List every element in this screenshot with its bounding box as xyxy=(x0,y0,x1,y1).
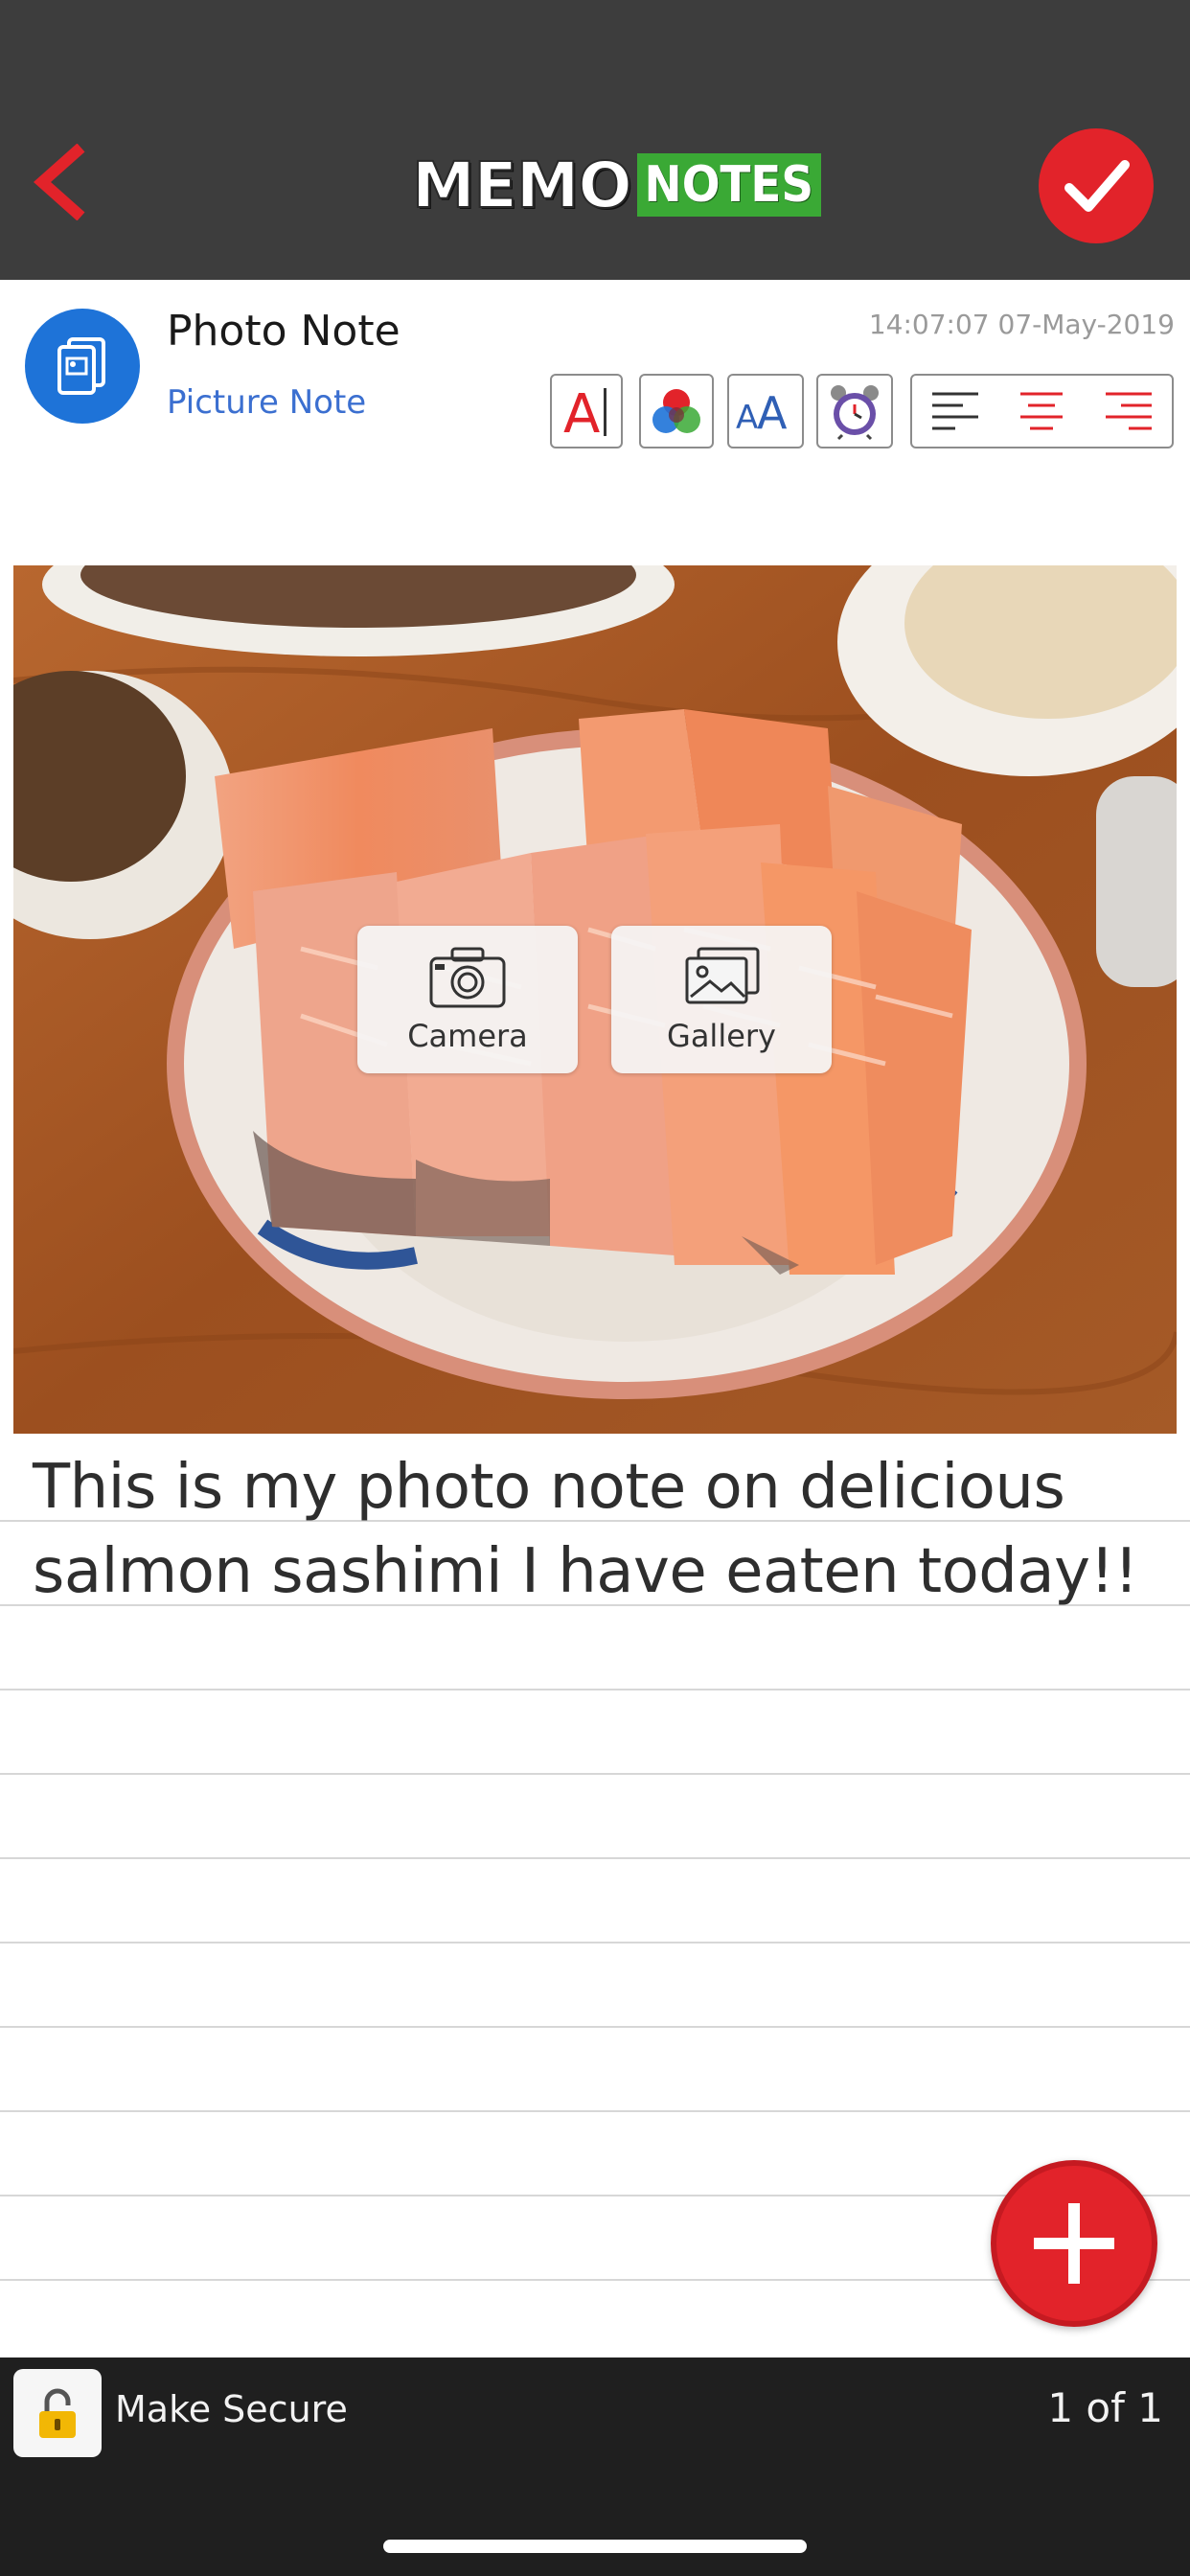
camera-icon xyxy=(429,947,506,1008)
padlock-icon xyxy=(39,2388,76,2438)
alignment-group xyxy=(910,374,1174,448)
gallery-button[interactable]: Gallery xyxy=(611,926,832,1073)
svg-text:A: A xyxy=(757,387,788,439)
camera-label: Camera xyxy=(407,1018,528,1054)
gallery-icon xyxy=(685,947,760,1004)
page-counter: 1 of 1 xyxy=(1047,2384,1163,2431)
note-type-label: Picture Note xyxy=(167,383,367,422)
logo-memo-text: MEMO xyxy=(411,148,633,223)
app-logo: MEMO NOTES xyxy=(411,148,822,223)
gallery-label: Gallery xyxy=(667,1018,776,1054)
alarm-button[interactable] xyxy=(816,374,893,448)
align-right-icon[interactable] xyxy=(1100,382,1157,440)
app-header: MEMO NOTES xyxy=(0,0,1190,280)
logo-notes-text: NOTES xyxy=(636,153,822,217)
color-palette-button[interactable] xyxy=(639,374,714,448)
photo-note-icon xyxy=(57,337,105,395)
plus-icon xyxy=(1034,2203,1114,2284)
font-size-icon: A A xyxy=(736,387,788,439)
bottom-bar: Make Secure 1 of 1 xyxy=(0,2358,1190,2576)
note-body-text[interactable]: This is my photo note on delicious salmo… xyxy=(33,1445,1163,1614)
make-secure-label[interactable]: Make Secure xyxy=(115,2388,348,2430)
note-timestamp: 14:07:07 07-May-2019 xyxy=(868,309,1175,340)
svg-text:A: A xyxy=(736,399,758,437)
camera-button[interactable]: Camera xyxy=(357,926,578,1073)
align-left-icon[interactable] xyxy=(927,382,984,440)
chevron-left-icon xyxy=(33,143,85,221)
font-size-button[interactable]: A A xyxy=(727,374,804,448)
add-button[interactable] xyxy=(991,2160,1157,2327)
svg-text:A: A xyxy=(563,383,600,442)
lock-button[interactable] xyxy=(13,2369,102,2457)
color-palette-icon xyxy=(652,389,700,433)
checkmark-icon xyxy=(1064,160,1130,212)
note-title[interactable]: Photo Note xyxy=(167,307,400,356)
photo-note-type-badge xyxy=(25,309,140,424)
text-color-icon: A xyxy=(563,383,606,442)
text-color-button[interactable]: A xyxy=(550,374,623,448)
align-center-icon[interactable] xyxy=(1013,382,1070,440)
home-indicator[interactable] xyxy=(383,2540,807,2553)
back-button[interactable] xyxy=(27,143,94,221)
salmon-sashimi-photo xyxy=(13,565,1177,1434)
done-button[interactable] xyxy=(1039,128,1154,243)
alarm-clock-icon xyxy=(831,385,879,441)
note-photo[interactable] xyxy=(13,565,1177,1434)
